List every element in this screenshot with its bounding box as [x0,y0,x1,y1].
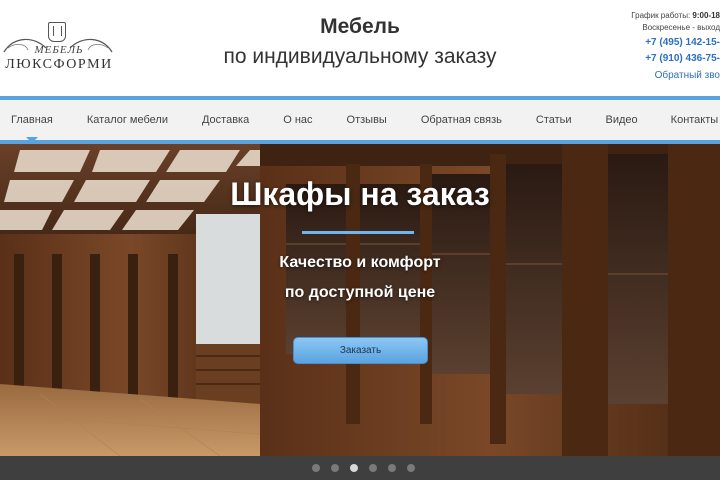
phone-link-2[interactable]: +7 (910) 436-75- [600,50,720,66]
hero-heading: Шкафы на заказ [230,176,490,212]
logo-top-text: МЕБЕЛЬ [34,44,84,56]
phone-link-1[interactable]: +7 (495) 142-15- [600,34,720,50]
slider-dot-1[interactable] [312,464,320,472]
callback-link[interactable]: Обратный зво [600,66,720,82]
schedule-row: График работы: 9:00-18 [600,10,720,22]
logo-main-text: ЛЮКСФОРМИ [5,57,113,72]
slider-dot-6[interactable] [407,464,415,472]
slider-dots [312,464,415,472]
main-nav: Главная Каталог мебели Доставка О нас От… [0,96,720,143]
hero-subtitle: Качество и комфорт по доступной цене [210,248,510,308]
hero-subtitle-line-2: по доступной цене [284,284,436,301]
title-line-1: Мебель [320,15,400,38]
schedule-hours: 9:00-18 [692,11,720,20]
title-line-2: по индивидуальному заказу [223,45,497,68]
slider-dot-4[interactable] [369,464,377,472]
header: МЕБЕЛЬ ЛЮКСФОРМИ Мебель по индивидуально… [0,0,720,96]
hero-slider: Шкафы на заказ Качество и комфорт по дос… [0,144,720,456]
page-title: Мебель по индивидуальному заказу [180,12,540,72]
schedule-label: График работы: [631,11,691,20]
hero-subtitle-line-1: Качество и комфорт [279,254,441,271]
nav-item-video[interactable]: Видео [606,114,638,126]
slider-dot-2[interactable] [331,464,339,472]
nav-item-catalog[interactable]: Каталог мебели [87,114,168,126]
contact-block: График работы: 9:00-18 Воскресенье - вых… [600,10,720,82]
nav-item-feedback[interactable]: Обратная связь [421,114,502,126]
nav-item-articles[interactable]: Статьи [536,114,572,126]
nav-item-about[interactable]: О нас [283,114,312,126]
slider-dot-3[interactable] [350,464,358,472]
nav-item-delivery[interactable]: Доставка [202,114,249,126]
nav-list: Главная Каталог мебели Доставка О нас От… [0,100,720,143]
nav-item-contacts[interactable]: Контакты [671,114,719,126]
logo[interactable]: МЕБЕЛЬ ЛЮКСФОРМИ [0,22,124,74]
nav-item-reviews[interactable]: Отзывы [347,114,387,126]
slider-pagination-bar [0,456,720,480]
slider-dot-5[interactable] [388,464,396,472]
hero-divider [302,231,414,234]
nav-item-home[interactable]: Главная [11,114,53,143]
sunday-row: Воскресенье - выход [642,23,720,32]
order-button[interactable]: Заказать [293,337,428,364]
